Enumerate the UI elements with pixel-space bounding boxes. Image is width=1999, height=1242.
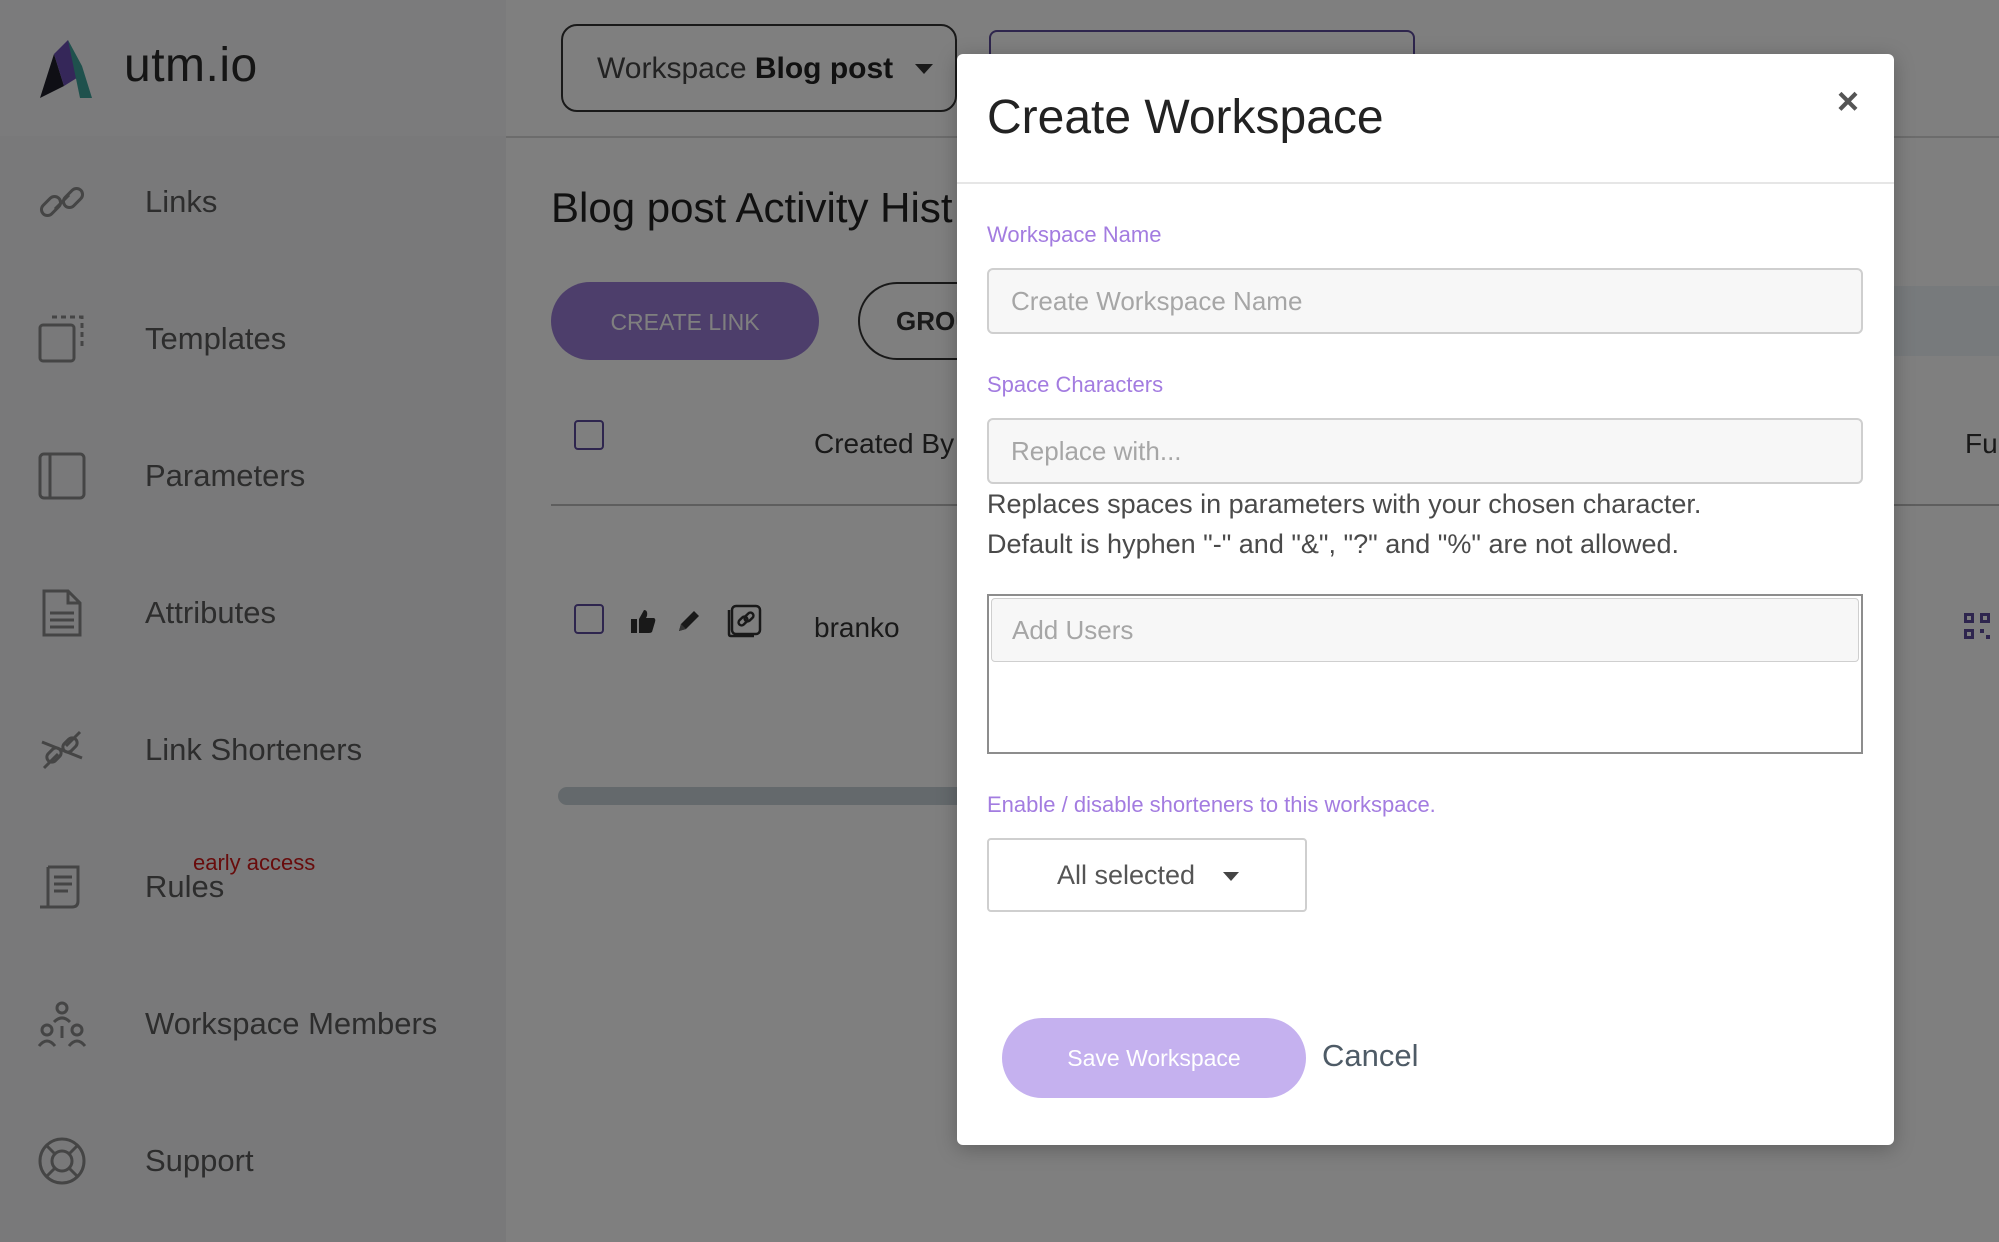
space-characters-label: Space Characters bbox=[987, 372, 1164, 397]
modal-title: Create Workspace bbox=[987, 91, 1384, 144]
space-characters-input[interactable] bbox=[987, 418, 1863, 484]
modal-header: Create Workspace × bbox=[957, 54, 1894, 184]
help-line-2: Default is hyphen "-" and "&", "?" and "… bbox=[987, 529, 1680, 559]
shorteners-label: Enable / disable shorteners to this work… bbox=[987, 792, 1436, 817]
shorteners-dropdown-value: All selected bbox=[1057, 860, 1196, 890]
add-users-input[interactable] bbox=[991, 598, 1859, 662]
close-icon[interactable]: × bbox=[1826, 80, 1870, 124]
shorteners-dropdown[interactable]: All selected bbox=[987, 838, 1307, 912]
workspace-name-label: Workspace Name bbox=[987, 222, 1162, 247]
caret-down-icon bbox=[1223, 872, 1239, 881]
add-users-box[interactable] bbox=[987, 594, 1863, 754]
create-workspace-modal: Create Workspace × Workspace Name Space … bbox=[957, 54, 1894, 1145]
space-characters-help: Replaces spaces in parameters with your … bbox=[987, 484, 1701, 564]
help-line-1: Replaces spaces in parameters with your … bbox=[987, 489, 1702, 519]
workspace-name-input[interactable] bbox=[987, 268, 1863, 334]
save-workspace-button[interactable]: Save Workspace bbox=[1002, 1018, 1306, 1098]
cancel-button[interactable]: Cancel bbox=[1322, 1038, 1419, 1074]
